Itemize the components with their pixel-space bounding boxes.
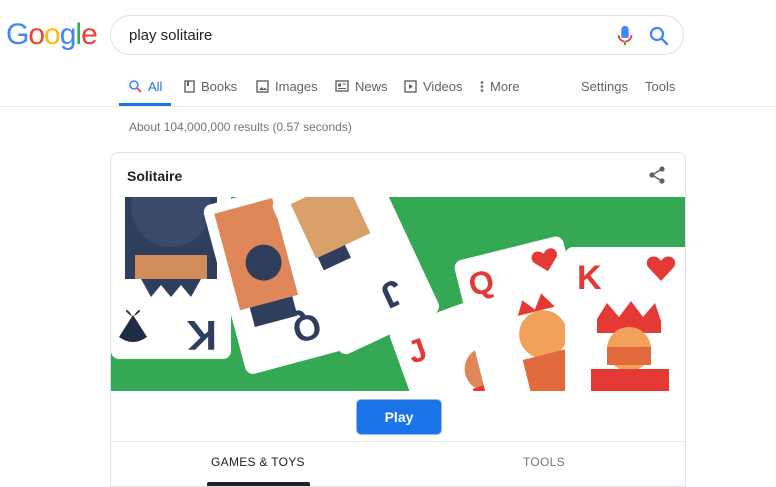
tab-label: Videos — [423, 79, 463, 94]
news-icon — [335, 80, 349, 92]
card-rank-k: K — [577, 259, 602, 297]
play-button[interactable]: Play — [357, 400, 441, 434]
search-input[interactable] — [129, 16, 599, 54]
tab-label: Images — [275, 79, 318, 94]
mic-icon[interactable] — [616, 25, 634, 47]
tab-label: All — [148, 79, 163, 94]
card-rank-k: K — [187, 312, 217, 359]
book-icon — [184, 80, 195, 93]
tab-label: Books — [201, 79, 238, 94]
image-icon — [256, 80, 269, 93]
result-stats: About 104,000,000 results (0.57 seconds) — [129, 120, 352, 134]
search-tabs: All Books Images News Videos More Settin… — [0, 70, 776, 107]
share-icon[interactable] — [647, 165, 667, 185]
solitaire-banner[interactable]: K Q J J Q K — [111, 197, 685, 391]
card-title: Solitaire — [127, 168, 183, 184]
tab-label: News — [355, 79, 388, 94]
search-box[interactable] — [110, 15, 684, 55]
play-row: Play — [111, 391, 685, 441]
tab-images[interactable]: Images — [256, 79, 318, 107]
tab-games-toys[interactable]: GAMES & TOYS — [211, 455, 305, 469]
google-logo[interactable]: Google — [6, 18, 98, 51]
tab-label: More — [490, 79, 520, 94]
tab-more[interactable]: More — [480, 79, 520, 107]
logo-letter: o — [28, 18, 45, 51]
logo-letter: G — [6, 18, 29, 51]
settings-link[interactable]: Settings — [581, 79, 628, 107]
logo-letter: o — [44, 18, 61, 51]
tab-news[interactable]: News — [335, 79, 388, 107]
solitaire-card: Solitaire K Q J J Q K Play GAMES & TOYS … — [110, 152, 686, 487]
more-vert-icon — [480, 81, 484, 92]
play-icon — [404, 80, 417, 93]
header-divider — [0, 106, 776, 107]
tab-tools[interactable]: TOOLS — [523, 455, 565, 469]
tab-videos[interactable]: Videos — [404, 79, 463, 107]
search-icon — [129, 80, 142, 93]
logo-letter: e — [81, 18, 98, 51]
tools-link[interactable]: Tools — [645, 79, 675, 107]
playing-card-k-heart: K — [565, 247, 685, 391]
solitaire-illustration: K Q J J Q K — [111, 197, 685, 391]
card-divider — [111, 441, 685, 442]
logo-letter: g — [59, 18, 77, 51]
tab-books[interactable]: Books — [184, 79, 237, 107]
card-active-tab-indicator — [207, 482, 310, 486]
search-icon[interactable] — [649, 26, 669, 46]
